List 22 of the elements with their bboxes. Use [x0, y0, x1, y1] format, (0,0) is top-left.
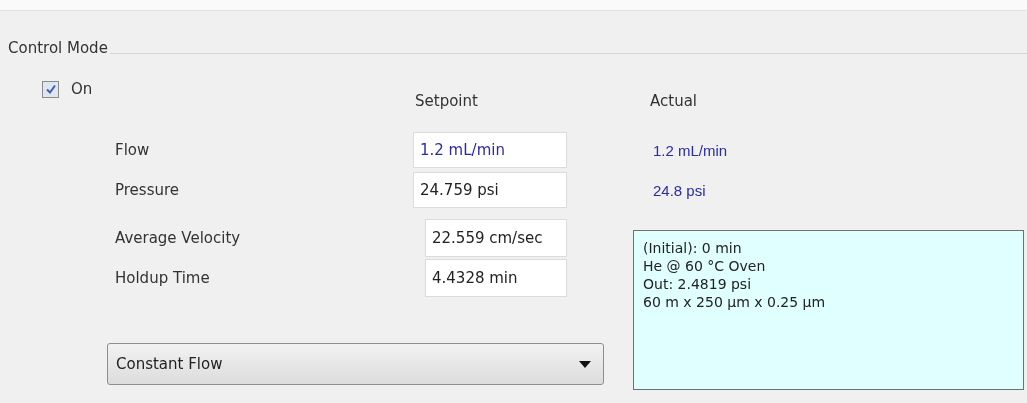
field-label: Average Velocity	[115, 229, 242, 247]
group-title: Control Mode	[8, 38, 108, 58]
column-header: Actual	[650, 92, 697, 110]
info-text: He @ 60 °C Oven	[643, 257, 767, 275]
input-field[interactable]: 22.559 cm/sec	[425, 219, 567, 257]
actual-value: 24.8 psi	[653, 181, 706, 199]
input-field[interactable]: 1.2 mL/min	[413, 132, 567, 168]
field-label: Pressure	[115, 181, 181, 199]
actual-value: 1.2 mL/min	[653, 141, 728, 159]
caret-icon	[579, 360, 591, 368]
field-label: Flow	[115, 141, 151, 159]
mode-dropdown[interactable]: Constant Flow	[107, 343, 604, 385]
info-text: Out: 2.4819 psi	[643, 275, 753, 293]
input-field[interactable]: 24.759 psi	[413, 172, 567, 208]
check-icon	[44, 83, 57, 95]
checkbox[interactable]	[42, 80, 59, 98]
info-text: 60 m x 250 µm x 0.25 µm	[643, 293, 827, 311]
checkbox-label[interactable]: On	[71, 80, 93, 98]
field-label: Holdup Time	[115, 269, 211, 287]
input-field[interactable]: 4.4328 min	[425, 259, 567, 297]
info-text: (Initial): 0 min	[643, 239, 743, 257]
column-header: Setpoint	[415, 92, 479, 110]
